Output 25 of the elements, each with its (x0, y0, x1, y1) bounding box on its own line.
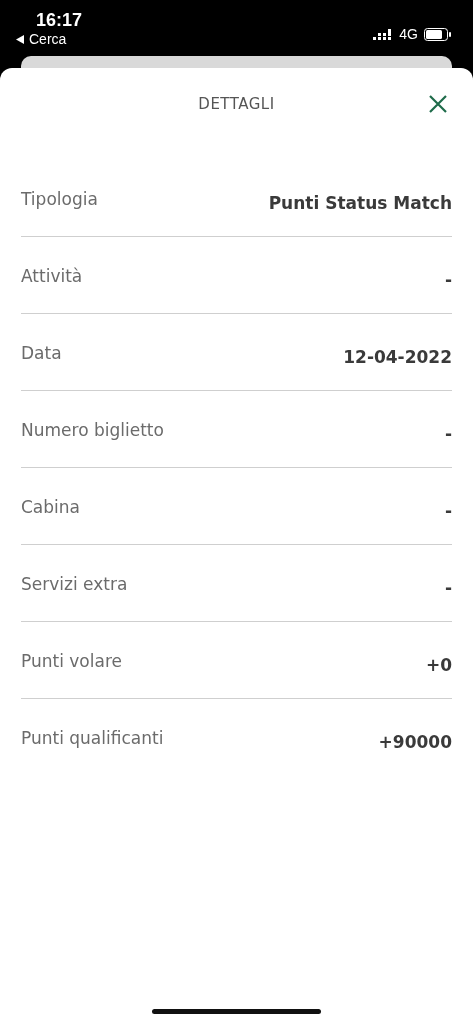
detail-label: Numero biglietto (21, 420, 164, 440)
detail-label: Tipologia (21, 189, 98, 209)
close-icon (429, 95, 447, 113)
detail-label: Punti qualificanti (21, 728, 164, 748)
detail-label: Data (21, 343, 62, 363)
back-link[interactable]: Cerca (16, 31, 83, 48)
detail-value: - (444, 501, 452, 521)
sheet-title: DETTAGLI (198, 95, 275, 113)
detail-value: +90000 (378, 732, 452, 752)
detail-label: Servizi extra (21, 574, 128, 594)
detail-value: - (444, 578, 452, 598)
back-arrow-icon (16, 35, 24, 44)
detail-value: - (444, 424, 452, 444)
battery-icon (424, 27, 451, 41)
detail-label: Attività (21, 266, 83, 286)
detail-label: Cabina (21, 497, 80, 517)
detail-label: Punti volare (21, 651, 122, 671)
detail-value: - (444, 270, 452, 290)
network-type: 4G (399, 26, 418, 42)
detail-value: Punti Status Match (268, 193, 452, 213)
close-button[interactable] (429, 95, 447, 113)
signal-icon (373, 28, 394, 40)
detail-value: 12-04-2022 (343, 347, 452, 367)
detail-value: +0 (425, 655, 452, 675)
status-time: 16:17 (36, 9, 83, 31)
